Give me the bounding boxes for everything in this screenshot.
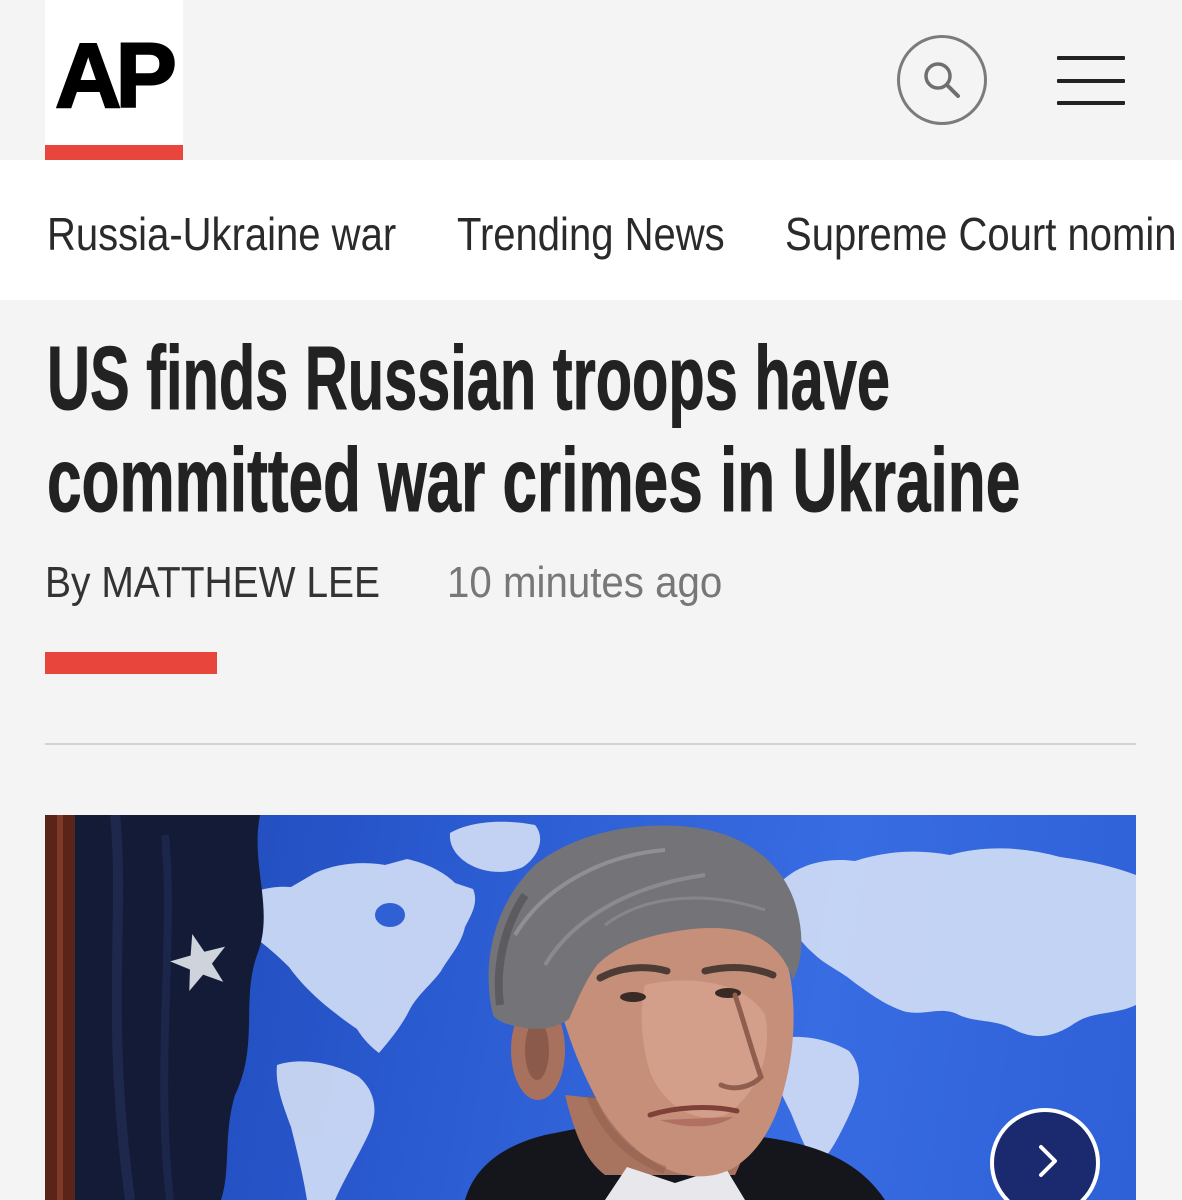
headline-line-1: US finds Russian troops have	[47, 329, 890, 430]
article-accent-bar	[45, 652, 217, 674]
lead-image[interactable]	[45, 815, 1136, 1200]
article-headline: US finds Russian troops have committed w…	[47, 328, 1137, 532]
chevron-right-stroke	[1039, 1145, 1057, 1177]
timestamp: 10 minutes ago	[447, 558, 723, 607]
author-name: By MATTHEW LEE	[45, 558, 381, 607]
south-america	[276, 1061, 375, 1200]
site-header: AP	[0, 0, 1182, 160]
lead-image-photo	[45, 815, 1136, 1200]
left-eye	[620, 992, 646, 1002]
search-icon-handle	[945, 83, 960, 98]
ear-inner	[525, 1020, 549, 1080]
search-icon	[924, 62, 960, 98]
divider	[45, 743, 1136, 745]
menu-bar-middle	[1057, 78, 1125, 83]
menu-bar-top	[1057, 56, 1125, 60]
logo-accent-bar	[45, 145, 183, 160]
search-button[interactable]	[897, 35, 987, 125]
ap-logo-link[interactable]: AP	[45, 0, 183, 160]
menu-bar-bottom	[1057, 101, 1125, 105]
flag-fold-2	[160, 834, 174, 1200]
hudson-bay	[375, 903, 405, 927]
north-america	[232, 859, 476, 1053]
topic-nav: Russia-Ukraine war Trending News Supreme…	[0, 160, 1182, 300]
greenland	[449, 821, 541, 872]
ap-logo: AP	[54, 25, 178, 127]
byline: By MATTHEW LEE 10 minutes ago	[45, 557, 1136, 609]
nav-item-supreme-court[interactable]: Supreme Court nomin	[785, 207, 1176, 261]
flag	[45, 815, 264, 1200]
chevron-right-icon	[1039, 1145, 1057, 1177]
nav-item-russia-ukraine-war[interactable]: Russia-Ukraine war	[47, 207, 396, 261]
headline-line-2: committed war crimes in Ukraine	[47, 431, 1021, 532]
hamburger-menu-icon[interactable]	[1057, 56, 1125, 105]
nav-item-trending-news[interactable]: Trending News	[457, 207, 725, 261]
eurasia	[780, 848, 1136, 1037]
flagpole-highlight	[57, 815, 63, 1200]
